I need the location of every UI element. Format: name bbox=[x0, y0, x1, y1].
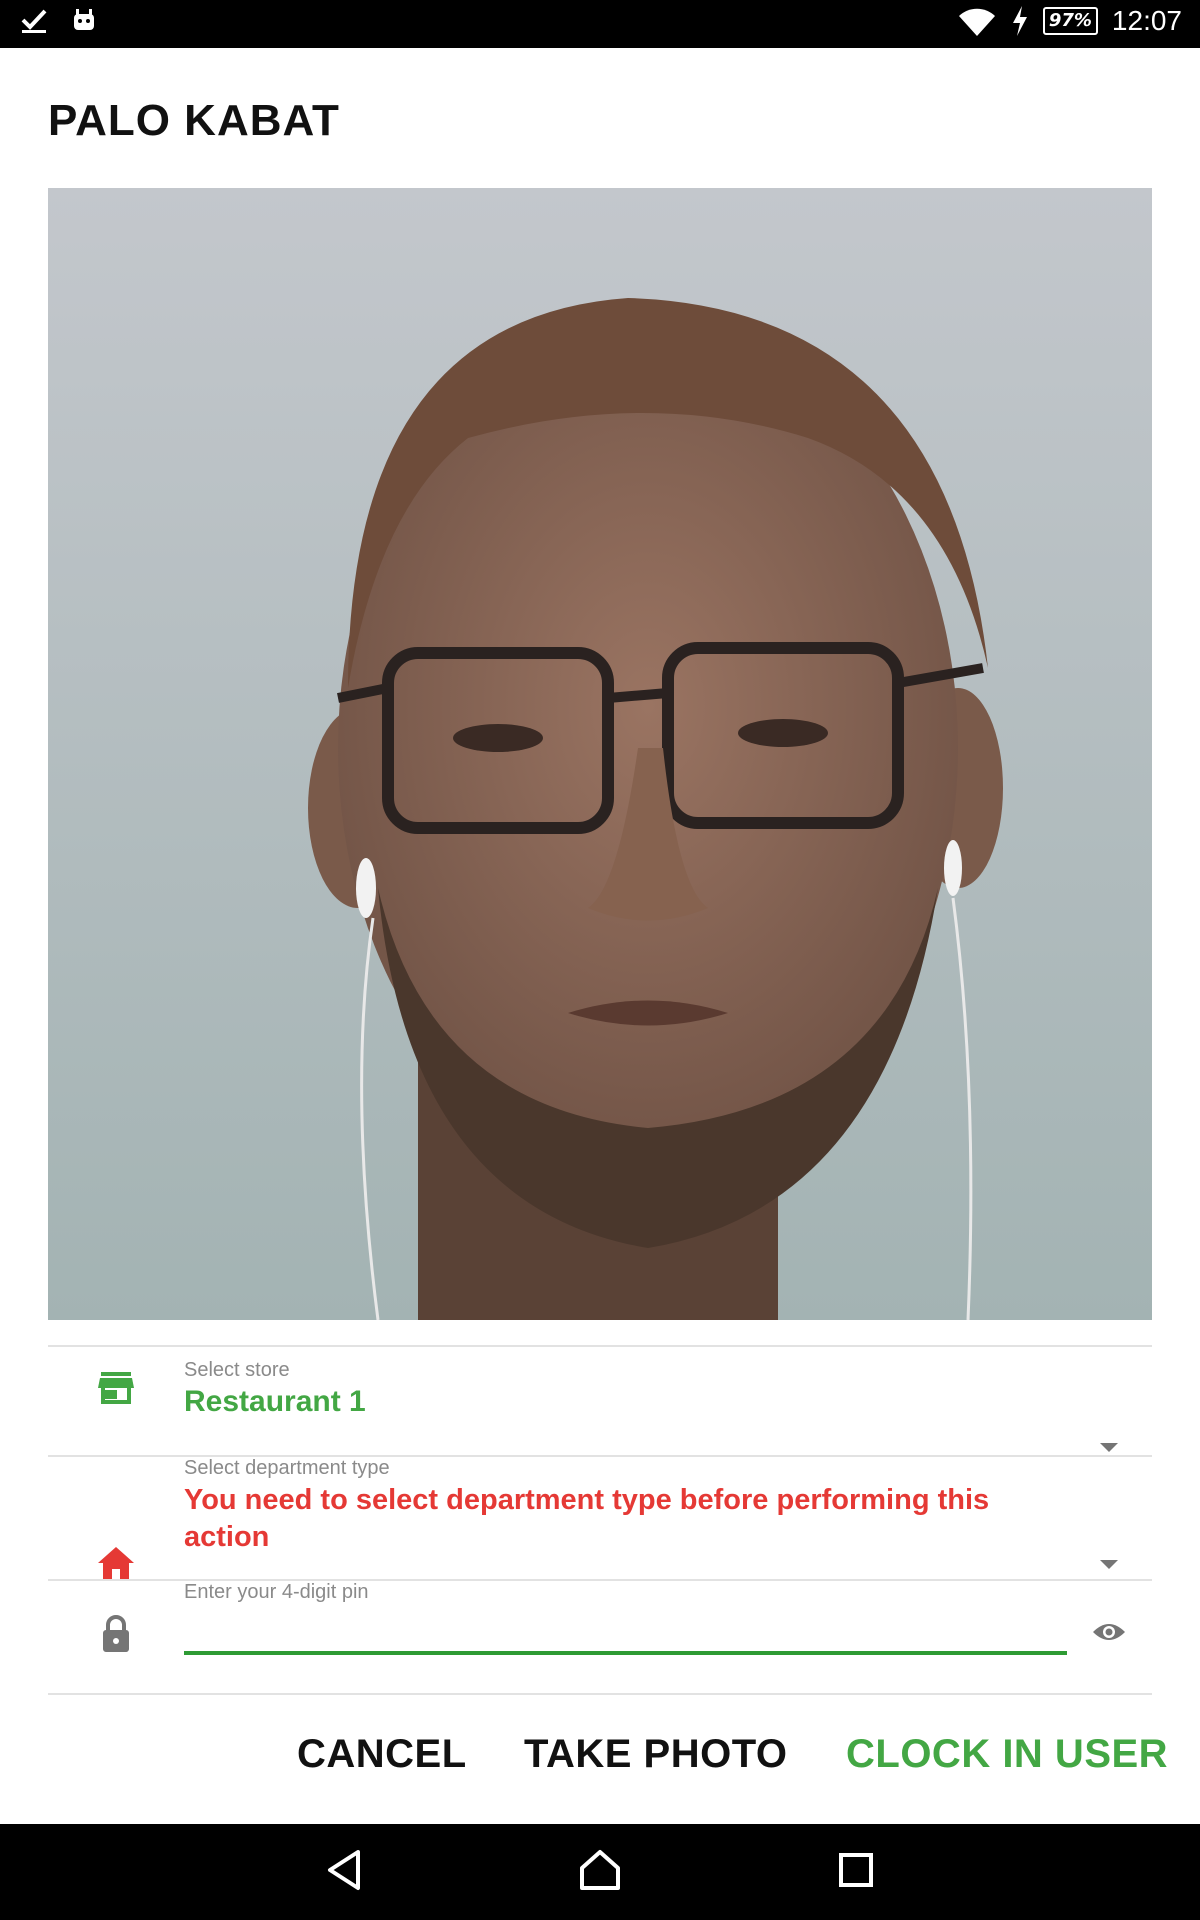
check-icon bbox=[21, 9, 47, 33]
recents-icon[interactable] bbox=[836, 1848, 876, 1892]
store-icon bbox=[98, 1372, 134, 1404]
clock-in-dialog: PALO KABAT Select store Restaurant 1 Sel… bbox=[0, 48, 1200, 1824]
pin-input[interactable] bbox=[184, 1613, 1067, 1655]
android-icon bbox=[74, 9, 94, 30]
user-photo bbox=[48, 188, 1152, 1320]
clock-time: 12:07 bbox=[1111, 5, 1182, 36]
department-label: Select department type bbox=[184, 1457, 390, 1479]
store-select[interactable]: Restaurant 1 bbox=[184, 1385, 366, 1419]
user-photo-image bbox=[48, 188, 1152, 1320]
dialog-title: PALO KABAT bbox=[48, 96, 340, 145]
lock-icon bbox=[103, 1615, 129, 1652]
wifi-icon bbox=[958, 8, 995, 37]
pin-label: Enter your 4-digit pin bbox=[184, 1581, 369, 1603]
divider bbox=[48, 1345, 1152, 1347]
department-error-message[interactable]: You need to select department type befor… bbox=[184, 1482, 1064, 1556]
home-nav-icon[interactable] bbox=[578, 1848, 622, 1892]
clock-in-user-button[interactable]: CLOCK IN USER bbox=[846, 1732, 1168, 1777]
store-label: Select store bbox=[184, 1359, 290, 1381]
status-bar: 97% 12:07 bbox=[0, 0, 1200, 48]
navigation-bar bbox=[0, 1824, 1200, 1920]
eye-icon[interactable] bbox=[1092, 1620, 1126, 1644]
take-photo-button[interactable]: TAKE PHOTO bbox=[524, 1732, 788, 1777]
department-dropdown-icon[interactable] bbox=[1100, 1560, 1118, 1569]
back-icon[interactable] bbox=[324, 1848, 364, 1892]
cancel-button[interactable]: CANCEL bbox=[297, 1732, 467, 1777]
divider bbox=[48, 1693, 1152, 1695]
home-icon bbox=[98, 1547, 134, 1580]
charging-icon bbox=[1012, 6, 1027, 36]
battery-indicator: 97% bbox=[1042, 7, 1098, 35]
store-dropdown-icon[interactable] bbox=[1100, 1443, 1118, 1452]
